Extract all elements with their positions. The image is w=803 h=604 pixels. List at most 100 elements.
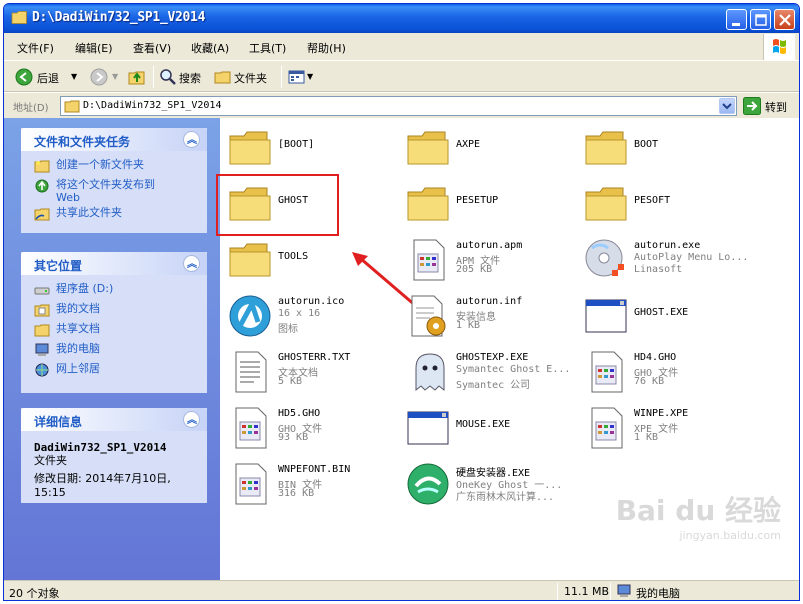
exe-file-icon (582, 292, 630, 340)
collapse-button[interactable]: ︽ (183, 131, 200, 148)
task-label-web: Web (56, 191, 80, 204)
documents-folder-icon (34, 304, 50, 317)
folders-button[interactable]: 文件夹 (214, 67, 276, 87)
forward-arrow-icon (90, 68, 108, 86)
file-name: GHOSTEXP.EXE (456, 352, 529, 363)
file-name: GHOST (278, 195, 309, 206)
place-network[interactable]: 网上邻居 (34, 362, 207, 382)
search-label: 搜索 (179, 72, 201, 85)
place-label: 我的文档 (56, 302, 100, 315)
views-button[interactable]: ▼ (288, 67, 314, 87)
file-size: 1 KB (634, 432, 659, 443)
file-item[interactable]: 硬盘安装器.EXE OneKey Ghost 一... 广东雨林木风计算... (398, 456, 573, 510)
inf-file-icon (404, 292, 452, 340)
file-item[interactable]: GHOST (220, 176, 395, 230)
file-item[interactable]: GHOSTEXP.EXE Symantec Ghost E... Symantec … (398, 344, 573, 398)
chevron-down-icon[interactable]: ▼ (71, 72, 77, 81)
collapse-button[interactable]: ︽ (183, 411, 200, 428)
menu-file[interactable]: 文件(F) (17, 40, 54, 56)
maximize-icon (755, 14, 767, 26)
task-new-folder[interactable]: 创建一个新文件夹 (34, 158, 207, 178)
file-name: WINPE.XPE (634, 408, 689, 419)
file-type: 16 x 16 (278, 308, 321, 319)
explorer-window: D:\DadiWin732_SP1_V2014 文件(F) 编辑(E) 查看(V… (3, 3, 800, 601)
menu-tools[interactable]: 工具(T) (249, 40, 286, 56)
folder-icon (582, 180, 630, 228)
file-size: 图标 (278, 324, 298, 335)
file-item[interactable]: autorun.ico 16 x 16 图标 (220, 288, 395, 342)
minimize-button[interactable] (726, 9, 747, 30)
views-icon (288, 70, 305, 84)
file-item[interactable]: PESOFT (576, 176, 751, 230)
task-label: 将这个文件夹发布到 (56, 178, 155, 191)
other-places-header[interactable]: 其它位置 ︽ (21, 252, 207, 275)
details-type: 文件夹 (34, 454, 67, 467)
file-item[interactable]: autorun.exe AutoPlay Menu Lo... Linasoft (576, 232, 751, 286)
place-label: 共享文档 (56, 322, 100, 335)
file-item[interactable]: autorun.apm APM 文件 205 KB (398, 232, 573, 286)
file-item[interactable]: HD5.GHO GHO 文件 93 KB (220, 400, 395, 454)
menu-help[interactable]: 帮助(H) (307, 40, 346, 56)
task-publish-web[interactable]: 将这个文件夹发布到 Web (34, 178, 207, 206)
close-button[interactable] (774, 9, 795, 30)
file-tasks-header[interactable]: 文件和文件夹任务 ︽ (21, 128, 207, 151)
collapse-button[interactable]: ︽ (183, 255, 200, 272)
folder-icon (64, 100, 80, 113)
menu-edit[interactable]: 编辑(E) (75, 40, 113, 56)
address-label: 地址(D) (13, 103, 49, 114)
chevron-down-icon[interactable]: ▼ (307, 72, 313, 81)
title-bar[interactable]: D:\DadiWin732_SP1_V2014 (4, 4, 799, 33)
up-folder-button[interactable] (128, 67, 148, 87)
address-bar: 地址(D) D:\DadiWin732_SP1_V2014 转到 (4, 92, 799, 118)
chevron-down-icon[interactable]: ▼ (112, 72, 118, 81)
file-type: AutoPlay Menu Lo... (634, 252, 749, 263)
doc-file-icon (226, 460, 274, 508)
computer-icon (35, 343, 49, 356)
doc-file-icon (226, 404, 274, 452)
place-my-computer[interactable]: 我的电脑 (34, 342, 207, 362)
file-item[interactable]: TOOLS (220, 232, 395, 286)
place-drive-d[interactable]: 程序盘 (D:) (34, 282, 207, 302)
maximize-button[interactable] (750, 9, 771, 30)
place-shared-documents[interactable]: 共享文档 (34, 322, 207, 342)
file-item[interactable]: GHOST.EXE (576, 288, 751, 342)
other-places-panel: 其它位置 ︽ 程序盘 (D:) 我的文档 共享文档 我的电脑 网上邻居 (21, 252, 207, 393)
folder-icon (404, 124, 452, 172)
minimize-icon (732, 23, 740, 26)
file-name: PESETUP (456, 195, 499, 206)
onekey-file-icon (404, 460, 452, 508)
forward-button[interactable]: ▼ (90, 67, 120, 87)
menu-view[interactable]: 查看(V) (133, 40, 171, 56)
address-dropdown-button[interactable] (719, 98, 735, 114)
file-item[interactable]: WNPEFONT.BIN BIN 文件 316 KB (220, 456, 395, 510)
file-item[interactable]: GHOSTERR.TXT 文本文档 5 KB (220, 344, 395, 398)
search-button[interactable]: 搜索 (159, 67, 209, 87)
file-size: 93 KB (278, 432, 309, 443)
network-icon (35, 363, 49, 377)
up-folder-icon (128, 71, 145, 85)
file-item[interactable]: AXPE (398, 120, 573, 174)
details-title: 详细信息 (34, 415, 83, 429)
file-item[interactable]: MOUSE.EXE (398, 400, 573, 454)
shared-folder-icon (34, 324, 50, 337)
file-view: [BOOT] AXPE BOOT GHOST PESETUP PESOFT TOOLS aut… (216, 118, 799, 580)
place-my-documents[interactable]: 我的文档 (34, 302, 207, 322)
file-item[interactable]: HD4.GHO GHO 文件 76 KB (576, 344, 751, 398)
file-item[interactable]: [BOOT] (220, 120, 395, 174)
chevron-up-icon: ︽ (187, 415, 197, 426)
file-item[interactable]: PESETUP (398, 176, 573, 230)
back-button[interactable]: 后退 ▼ (15, 67, 79, 87)
share-folder-icon (34, 208, 50, 221)
file-item[interactable]: autorun.inf 安装信息 1 KB (398, 288, 573, 342)
address-path: D:\DadiWin732_SP1_V2014 (83, 100, 222, 111)
close-icon (779, 14, 791, 26)
menu-favorites[interactable]: 收藏(A) (191, 40, 229, 56)
folders-label: 文件夹 (234, 72, 267, 85)
file-name: AXPE (456, 139, 481, 150)
details-header[interactable]: 详细信息 ︽ (21, 408, 207, 431)
address-input[interactable]: D:\DadiWin732_SP1_V2014 (60, 96, 737, 116)
file-item[interactable]: WINPE.XPE XPE 文件 1 KB (576, 400, 751, 454)
file-item[interactable]: BOOT (576, 120, 751, 174)
go-button[interactable]: 转到 (743, 97, 798, 115)
task-share-folder[interactable]: 共享此文件夹 (34, 206, 207, 226)
